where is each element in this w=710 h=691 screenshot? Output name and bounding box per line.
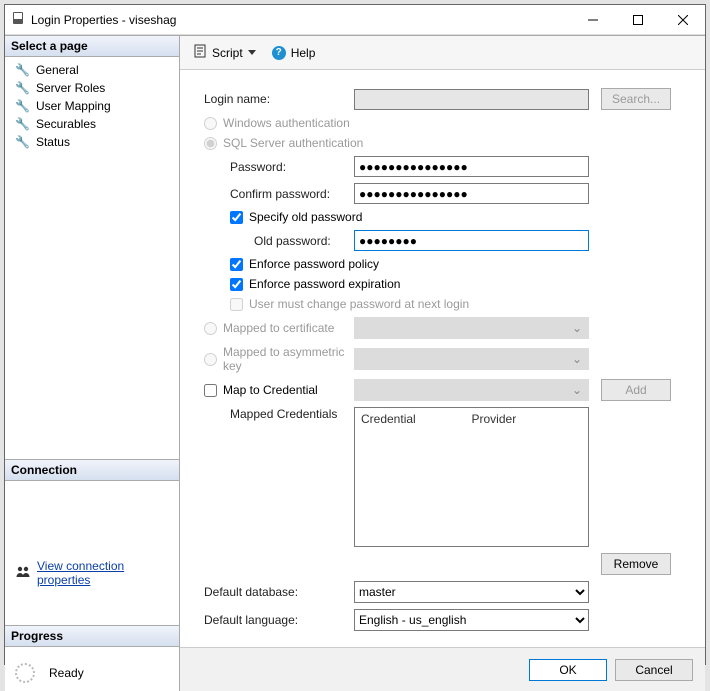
toolbar: Script ? Help: [180, 36, 705, 70]
map-credential-combo: ⌄: [354, 379, 589, 401]
nav-status[interactable]: 🔧 Status: [9, 133, 175, 151]
minimize-button[interactable]: [570, 5, 615, 34]
wrench-icon: 🔧: [15, 117, 30, 131]
mapped-cert-combo: ⌄: [354, 317, 589, 339]
nav-general[interactable]: 🔧 General: [9, 61, 175, 79]
nav-label: User Mapping: [36, 99, 111, 113]
script-icon: [193, 44, 207, 61]
old-password-label: Old password:: [204, 234, 354, 248]
chevron-down-icon: [248, 50, 256, 55]
sql-auth-radio: [204, 137, 217, 150]
login-name-input: [354, 89, 589, 110]
wrench-icon: 🔧: [15, 99, 30, 113]
progress-header: Progress: [5, 625, 179, 647]
mapped-credentials-grid[interactable]: Credential Provider: [354, 407, 589, 547]
connection-icon: [15, 565, 31, 582]
help-label: Help: [291, 46, 316, 60]
main-panel: Script ? Help Login name: Search...: [180, 36, 705, 691]
map-credential-label: Map to Credential: [223, 383, 354, 397]
windows-auth-label: Windows authentication: [223, 116, 350, 130]
search-button: Search...: [601, 88, 671, 110]
nav-securables[interactable]: 🔧 Securables: [9, 115, 175, 133]
windows-auth-radio: [204, 117, 217, 130]
wrench-icon: 🔧: [15, 81, 30, 95]
login-name-label: Login name:: [204, 92, 354, 106]
enforce-expiration-label: Enforce password expiration: [249, 277, 400, 291]
mapped-credentials-label: Mapped Credentials: [204, 407, 354, 421]
window-title: Login Properties - viseshag: [31, 13, 176, 27]
cancel-button[interactable]: Cancel: [615, 659, 693, 681]
page-nav: 🔧 General 🔧 Server Roles 🔧 User Mapping …: [5, 57, 179, 155]
mapped-cert-label: Mapped to certificate: [223, 321, 354, 335]
form-area: Login name: Search... Windows authentica…: [180, 70, 705, 647]
maximize-button[interactable]: [615, 5, 660, 34]
nav-label: Securables: [36, 117, 96, 131]
button-bar: OK Cancel: [180, 647, 705, 691]
password-label: Password:: [204, 160, 354, 174]
mapped-asym-combo: ⌄: [354, 348, 589, 370]
remove-button[interactable]: Remove: [601, 553, 671, 575]
default-lang-label: Default language:: [204, 613, 354, 627]
connection-panel: View connection properties: [5, 481, 179, 625]
view-connection-link[interactable]: View connection properties: [37, 559, 171, 587]
connection-header: Connection: [5, 459, 179, 481]
wrench-icon: 🔧: [15, 63, 30, 77]
map-credential-checkbox[interactable]: [204, 384, 217, 397]
login-properties-window: Login Properties - viseshag Select a pag…: [4, 4, 706, 665]
user-must-change-checkbox: [230, 298, 243, 311]
enforce-expiration-checkbox[interactable]: [230, 278, 243, 291]
ok-button[interactable]: OK: [529, 659, 607, 681]
enforce-policy-label: Enforce password policy: [249, 257, 379, 271]
mapped-cert-radio: [204, 322, 217, 335]
user-must-change-label: User must change password at next login: [249, 297, 469, 311]
default-db-combo[interactable]: master: [354, 581, 589, 603]
password-input[interactable]: [354, 156, 589, 177]
nav-label: General: [36, 63, 79, 77]
sidebar: Select a page 🔧 General 🔧 Server Roles 🔧…: [5, 36, 180, 691]
progress-spinner-icon: [15, 663, 35, 683]
cred-col-provider: Provider: [472, 412, 583, 426]
nav-user-mapping[interactable]: 🔧 User Mapping: [9, 97, 175, 115]
mapped-asym-radio: [204, 353, 217, 366]
wrench-icon: 🔧: [15, 135, 30, 149]
progress-panel: Ready: [5, 647, 179, 691]
add-button: Add: [601, 379, 671, 401]
script-label: Script: [212, 46, 243, 60]
select-page-header: Select a page: [5, 36, 179, 57]
help-icon: ?: [272, 46, 286, 60]
close-button[interactable]: [660, 5, 705, 34]
nav-server-roles[interactable]: 🔧 Server Roles: [9, 79, 175, 97]
script-button[interactable]: Script: [188, 40, 261, 65]
confirm-password-input[interactable]: [354, 183, 589, 204]
confirm-password-label: Confirm password:: [204, 187, 354, 201]
progress-status: Ready: [49, 666, 84, 680]
default-db-label: Default database:: [204, 585, 354, 599]
titlebar: Login Properties - viseshag: [5, 5, 705, 35]
specify-old-password-label: Specify old password: [249, 210, 362, 224]
enforce-policy-checkbox[interactable]: [230, 258, 243, 271]
mapped-asym-label: Mapped to asymmetric key: [223, 345, 354, 373]
help-button[interactable]: ? Help: [267, 42, 321, 64]
old-password-input[interactable]: [354, 230, 589, 251]
cred-col-credential: Credential: [361, 412, 472, 426]
default-lang-combo[interactable]: English - us_english: [354, 609, 589, 631]
nav-label: Server Roles: [36, 81, 105, 95]
app-icon: [11, 11, 25, 28]
specify-old-password-checkbox[interactable]: [230, 211, 243, 224]
nav-label: Status: [36, 135, 70, 149]
sql-auth-label: SQL Server authentication: [223, 136, 363, 150]
